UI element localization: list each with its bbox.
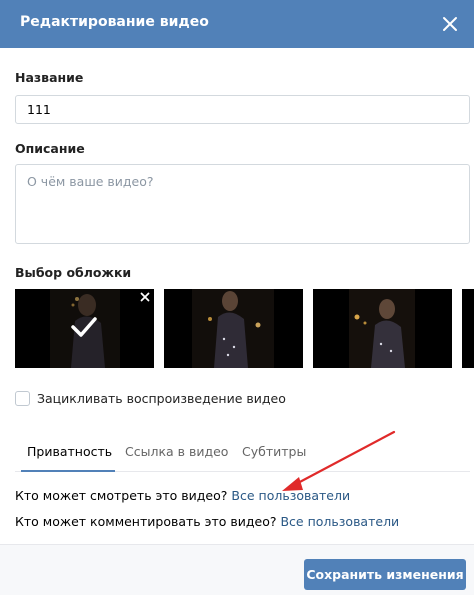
- tab-subtitles[interactable]: Субтитры: [242, 444, 306, 459]
- loop-checkbox[interactable]: [15, 391, 30, 406]
- close-icon[interactable]: [436, 10, 464, 38]
- save-button[interactable]: Сохранить изменения: [304, 559, 466, 590]
- comment-privacy-row: Кто может комментировать это видео? Все …: [15, 514, 399, 529]
- name-label: Название: [15, 70, 84, 85]
- cover-thumbnail-selected[interactable]: [15, 289, 154, 368]
- description-input[interactable]: [15, 164, 470, 244]
- view-privacy-link[interactable]: Все пользователи: [231, 488, 350, 503]
- tabs: Приватность Ссылка в видео Субтитры: [15, 432, 470, 472]
- name-input[interactable]: [15, 95, 470, 124]
- modal-title: Редактирование видео: [20, 14, 209, 30]
- active-tab-indicator: [21, 470, 115, 472]
- cover-thumbnail[interactable]: [164, 289, 303, 368]
- loop-label[interactable]: Зацикливать воспроизведение видео: [37, 391, 286, 406]
- selected-check-icon: [70, 316, 98, 338]
- cover-label: Выбор обложки: [15, 265, 132, 280]
- tab-privacy[interactable]: Приватность: [27, 444, 112, 459]
- comment-privacy-question: Кто может комментировать это видео?: [15, 514, 277, 529]
- description-label: Описание: [15, 141, 85, 156]
- remove-thumbnail-icon[interactable]: [140, 292, 150, 302]
- cover-thumbnails: [15, 289, 474, 368]
- view-privacy-row: Кто может смотреть это видео? Все пользо…: [15, 488, 350, 503]
- view-privacy-question: Кто может смотреть это видео?: [15, 488, 228, 503]
- cover-thumbnail[interactable]: [313, 289, 452, 368]
- modal-header: Редактирование видео: [0, 0, 474, 48]
- modal-footer: Сохранить изменения: [0, 544, 474, 595]
- tab-video-link[interactable]: Ссылка в видео: [125, 444, 228, 459]
- comment-privacy-link[interactable]: Все пользователи: [280, 514, 399, 529]
- cover-thumbnail[interactable]: [462, 289, 474, 368]
